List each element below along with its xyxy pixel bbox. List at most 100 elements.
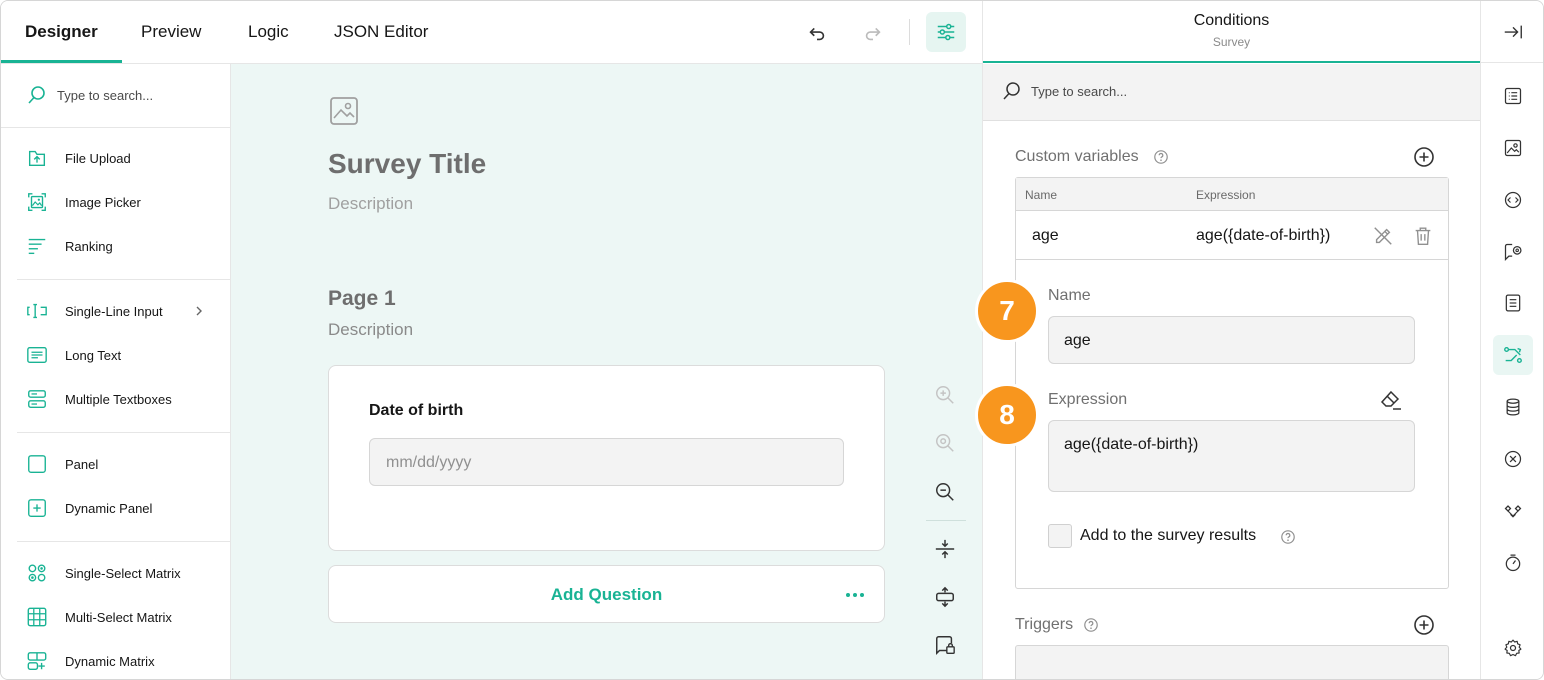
side-tab-quiz[interactable] [1493,491,1533,531]
toolbox-item-multiple-textboxes[interactable]: Multiple Textboxes [17,377,215,421]
image-picker-icon [25,190,49,214]
collapse-all-icon[interactable] [934,538,956,560]
side-tab-question-settings[interactable] [1493,232,1533,272]
triggers-list[interactable] [1015,645,1449,679]
toolbox-item-image-picker[interactable]: Image Picker [17,180,215,224]
more-options-icon[interactable] [845,592,865,598]
add-question-bar: Add Question [328,565,885,623]
side-tab-data[interactable] [1493,387,1533,427]
property-grid-header: Conditions Survey [983,1,1480,63]
survey-title[interactable]: Survey Title [328,148,486,180]
add-to-results-label[interactable]: Add to the survey results [1080,527,1256,545]
gear-icon [1504,639,1522,657]
add-trigger-icon[interactable] [1413,614,1435,636]
side-tab-navigation[interactable] [1493,180,1533,220]
undo-icon [809,27,825,41]
collapse-panel-button[interactable] [1493,12,1533,52]
help-icon[interactable] [1153,149,1169,165]
side-tab-logo[interactable] [1493,128,1533,168]
add-to-results-checkbox[interactable] [1048,524,1072,548]
side-tab-timer[interactable] [1493,543,1533,583]
column-header-name: Name [1025,188,1058,202]
toolbox-item-panel[interactable]: Panel [17,442,215,486]
settings-toggle-button[interactable] [926,12,966,52]
page-description[interactable]: Description [328,320,413,340]
zoom-out-icon[interactable] [934,481,956,503]
survey-description[interactable]: Description [328,194,413,214]
toolbox-item-single-line-input[interactable]: Single-Line Input [17,289,215,333]
survey-logo-placeholder-icon[interactable] [329,96,359,126]
add-question-button[interactable]: Add Question [329,585,884,605]
tab-preview[interactable]: Preview [141,1,201,63]
custom-variables-table: Name Expression age age({date-of-birth})… [1015,177,1449,589]
zoom-reset-icon[interactable] [934,432,956,454]
row-expression-cell[interactable]: age({date-of-birth}) [1196,227,1330,245]
tab-logic[interactable]: Logic [248,1,289,63]
toolbox-item-label: Image Picker [65,194,141,210]
toolbox-item-file-upload[interactable]: File Upload [17,136,215,180]
dynamic-matrix-icon [25,649,49,673]
name-field-value: age [1064,332,1091,349]
date-input[interactable]: mm/dd/yyyy [369,438,844,486]
edit-off-icon[interactable] [1372,225,1394,247]
settings-button[interactable] [1493,628,1533,668]
date-input-placeholder: mm/dd/yyyy [386,454,472,471]
side-tab-pages[interactable] [1493,283,1533,323]
redo-icon [865,27,881,41]
database-icon [1506,398,1520,416]
table-row[interactable]: age age({date-of-birth}) [1016,211,1448,260]
tab-json-editor[interactable]: JSON Editor [334,1,428,63]
timer-icon [1505,554,1521,572]
toolbox-search[interactable]: Type to search... [1,64,230,128]
toolbox-item-dynamic-panel[interactable]: Dynamic Panel [17,486,215,530]
clear-expression-icon[interactable] [1379,388,1403,412]
side-tab-conditions[interactable] [1493,335,1533,375]
toolbox-divider [17,432,230,433]
property-search[interactable]: Type to search... [983,64,1480,121]
expand-all-icon[interactable] [934,586,956,608]
toolbox-item-multi-select-matrix[interactable]: Multi-Select Matrix [17,595,215,639]
quiz-icon [1504,505,1522,518]
lock-question-icon[interactable] [934,634,956,656]
toolbox-item-dynamic-matrix[interactable]: Dynamic Matrix [17,639,215,679]
chevron-right-icon[interactable] [193,305,205,317]
property-grid-subtitle: Survey [1212,35,1251,49]
toolbox-divider [17,279,230,280]
step-badge-8: 8 [975,383,1039,447]
help-icon[interactable] [1083,617,1099,633]
toolbox-item-label: Multiple Textboxes [65,391,172,407]
name-field-input[interactable]: age [1048,316,1415,364]
question-title[interactable]: Date of birth [369,402,463,420]
zoom-in-icon[interactable] [934,384,956,406]
toolbox-item-long-text[interactable]: Long Text [17,333,215,377]
search-icon [28,86,45,104]
expression-field-label: Expression [1048,391,1128,408]
help-icon[interactable] [1280,529,1296,545]
property-grid-title: Conditions [1193,12,1270,29]
tab-designer[interactable]: Designer [1,1,122,63]
custom-variables-label: Custom variables [1015,148,1139,165]
undo-button[interactable] [797,15,837,51]
column-header-expression: Expression [1196,188,1256,202]
side-tab-general[interactable] [1493,76,1533,116]
toolbox-item-ranking[interactable]: Ranking [17,224,215,268]
step-badge-7: 7 [975,279,1039,343]
row-name-cell[interactable]: age [1032,227,1059,245]
add-variable-icon[interactable] [1413,146,1435,168]
property-search-input[interactable]: Type to search... [1031,84,1127,99]
toolbox-item-label: Single-Line Input [65,303,163,319]
chat-gear-icon [1504,243,1522,262]
toolbox-item-label: Ranking [65,238,113,254]
collapse-right-icon [1504,25,1522,39]
expression-field-input[interactable]: age({date-of-birth}) [1048,420,1415,492]
toolbox-item-single-select-matrix[interactable]: Single-Select Matrix [17,551,215,595]
close-circle-icon [1504,450,1522,468]
redo-button[interactable] [853,15,893,51]
expression-field-value: age({date-of-birth}) [1064,436,1199,453]
toolbox-search-input[interactable]: Type to search... [57,88,153,103]
delete-icon[interactable] [1412,225,1434,247]
question-card[interactable]: Date of birth mm/dd/yyyy [328,365,885,551]
side-tab-validation[interactable] [1493,439,1533,479]
multi-select-matrix-icon [25,605,49,629]
page-title[interactable]: Page 1 [328,287,396,311]
